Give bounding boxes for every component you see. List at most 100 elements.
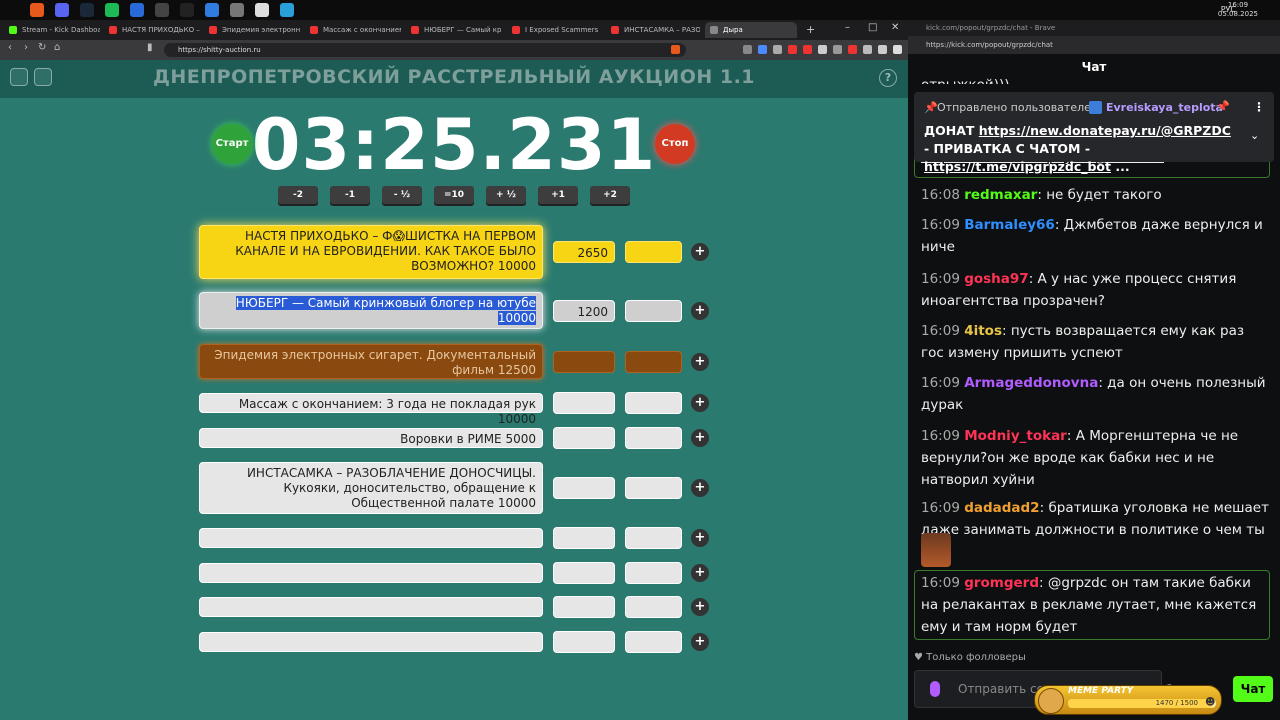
lot-add-button[interactable]: + [691, 479, 709, 497]
message-username[interactable]: Modniy_tokar [964, 428, 1067, 444]
lot-add-amount-input[interactable] [625, 596, 682, 618]
lot-add-button[interactable]: + [691, 598, 709, 616]
start-button[interactable]: Старт [212, 124, 252, 164]
lot-add-amount-input[interactable] [625, 299, 682, 322]
help-button[interactable]: ? [879, 69, 897, 87]
extension-icon[interactable] [848, 45, 857, 54]
lot-add-amount-input[interactable] [625, 631, 682, 653]
home-icon[interactable]: ⌂ [54, 42, 60, 53]
time-adjust-button[interactable]: =10 [434, 186, 474, 204]
lot-add-button[interactable]: + [691, 633, 709, 651]
lot-title[interactable]: Воровки в РИМЕ 5000 [199, 428, 543, 448]
message-username[interactable]: gosha97 [964, 271, 1028, 287]
lot-title[interactable] [199, 563, 543, 583]
lot-title[interactable]: Эпидемия электронных сигарет. Документал… [199, 344, 543, 379]
message-username[interactable]: redmaxar [964, 187, 1037, 203]
lot-add-button[interactable]: + [691, 564, 709, 582]
time-adjust-button[interactable]: -1 [330, 186, 370, 204]
flow-icon[interactable] [205, 3, 219, 17]
pinned-user[interactable]: Evreiskaya_teplota [1106, 101, 1223, 114]
lot-add-amount-input[interactable] [625, 477, 682, 499]
back-icon[interactable]: ‹ [8, 42, 12, 53]
time-adjust-button[interactable]: -2 [278, 186, 318, 204]
message-username[interactable]: Armageddonovna [964, 375, 1098, 391]
lot-title[interactable]: НЮБЕРГ — Самый кринжовый блогер на ютубе… [199, 292, 543, 329]
send-button[interactable]: Чат [1233, 676, 1273, 702]
lot-add-button[interactable]: + [691, 394, 709, 412]
lot-add-button[interactable]: + [691, 429, 709, 447]
tool-icon[interactable] [230, 3, 244, 17]
spotify-icon[interactable] [105, 3, 119, 17]
steam-icon[interactable] [80, 3, 94, 17]
browser-tab[interactable]: НАСТЯ ПРИХОДЬКО – Ф🙃 [104, 22, 200, 38]
extension-icon[interactable] [743, 45, 752, 54]
lot-title[interactable]: НАСТЯ ПРИХОДЬКО – Ф😱ШИСТКА НА ПЕРВОМ КАН… [199, 225, 543, 279]
lot-amount-input[interactable] [553, 477, 615, 499]
close-window-icon[interactable]: ✕ [891, 22, 899, 33]
pinned-link-donate[interactable]: https://new.donatepay.ru/@GRPZDC [979, 123, 1231, 138]
discord-icon[interactable] [55, 3, 69, 17]
app-icon[interactable] [130, 3, 144, 17]
lot-title[interactable] [199, 632, 543, 652]
lot-amount-input[interactable] [553, 392, 615, 414]
lot-add-amount-input[interactable] [625, 562, 682, 584]
message-username[interactable]: 4itos [964, 323, 1002, 339]
obs-icon[interactable] [155, 3, 169, 17]
chevron-down-icon[interactable]: ⌄ [1250, 129, 1259, 142]
time-adjust-button[interactable]: - ½ [382, 186, 422, 204]
lot-add-button[interactable]: + [691, 529, 709, 547]
time-adjust-button[interactable]: +1 [538, 186, 578, 204]
extension-icon[interactable] [863, 45, 872, 54]
unpin-icon[interactable]: 📌 [1216, 100, 1230, 113]
pinned-link-telegram[interactable]: https://t.me/vipgrpzdc_bot [924, 159, 1111, 174]
lot-add-button[interactable]: + [691, 243, 709, 261]
lot-title[interactable] [199, 597, 543, 617]
browser-tab[interactable]: ИНСТАСАМКА – РАЗОБЛА [606, 22, 700, 38]
browser-tab[interactable]: I Exposed Scammers in Rom [507, 22, 601, 38]
lot-amount-input[interactable]: 1200 [553, 299, 615, 322]
lot-add-amount-input[interactable] [625, 392, 682, 414]
extension-icon[interactable] [773, 45, 782, 54]
lot-title[interactable]: ИНСТАСАМКА – РАЗОБЛАЧЕНИЕ ДОНОСЧИЦЫ. Кук… [199, 462, 543, 514]
extension-icon[interactable] [833, 45, 842, 54]
lot-amount-input[interactable] [553, 427, 615, 449]
browser-tab[interactable]: Дыра [705, 22, 797, 38]
browser-tab[interactable]: Массаж с окончанием: 3 г [305, 22, 401, 38]
lot-add-amount-input[interactable] [625, 350, 682, 373]
message-username[interactable]: Barmaley66 [964, 217, 1055, 233]
brave-shield-icon[interactable] [671, 45, 680, 54]
bookmark-icon[interactable]: ▮ [147, 42, 153, 53]
lot-title[interactable]: Массаж с окончанием: 3 года не покладая … [199, 393, 543, 426]
chat-address-bar[interactable]: https://kick.com/popout/grpzdc/chat [908, 36, 1280, 54]
extension-icon[interactable] [788, 45, 797, 54]
reload-icon[interactable]: ↻ [38, 42, 46, 53]
lot-add-amount-input[interactable] [625, 527, 682, 549]
brave-icon[interactable] [30, 3, 44, 17]
taskbar-clock[interactable]: 16:09 05.08.2025 [1218, 1, 1258, 19]
address-bar[interactable]: https://shitty-auction.ru [164, 43, 686, 57]
new-tab-button[interactable]: + [806, 23, 815, 36]
lot-add-amount-input[interactable] [625, 427, 682, 449]
stop-button[interactable]: Стоп [655, 124, 695, 164]
lot-amount-input[interactable] [553, 527, 615, 549]
lot-add-amount-input[interactable] [625, 241, 682, 263]
extension-icon[interactable] [758, 45, 767, 54]
maximize-icon[interactable]: □ [868, 22, 877, 33]
extension-icon[interactable] [878, 45, 887, 54]
lot-amount-input[interactable] [553, 350, 615, 373]
lot-add-button[interactable]: + [691, 352, 709, 371]
edit-icon[interactable] [255, 3, 269, 17]
telegram-icon[interactable] [280, 3, 294, 17]
more-options-icon[interactable]: ⋮ [1253, 100, 1265, 114]
lot-amount-input[interactable] [553, 596, 615, 618]
browser-tab[interactable]: Эпидемия электронных си [204, 22, 300, 38]
time-adjust-button[interactable]: + ½ [486, 186, 526, 204]
browser-tab[interactable]: НЮБЕРГ — Самый кринжо [406, 22, 502, 38]
message-username[interactable]: dadadad2 [964, 500, 1039, 516]
lot-add-button[interactable]: + [691, 301, 709, 320]
time-adjust-button[interactable]: +2 [590, 186, 630, 204]
lot-amount-input[interactable] [553, 562, 615, 584]
lot-amount-input[interactable]: 2650 [553, 241, 615, 263]
message-username[interactable]: gromgerd [964, 575, 1039, 591]
extension-icon[interactable] [818, 45, 827, 54]
